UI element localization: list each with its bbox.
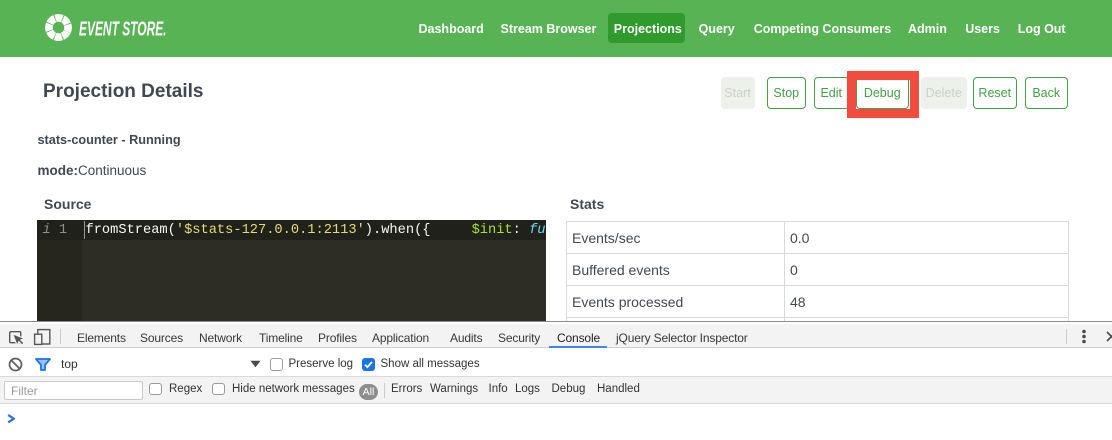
svg-text:EVENT STORE.: EVENT STORE. <box>79 19 167 41</box>
